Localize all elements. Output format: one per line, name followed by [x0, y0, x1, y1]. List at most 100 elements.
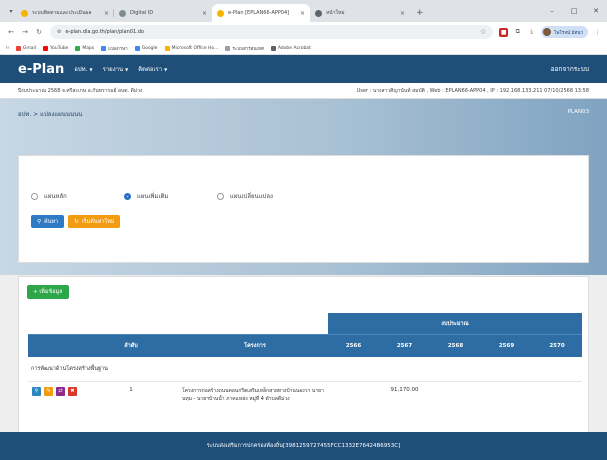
radio-label: แผนเพิ่มเติม [137, 193, 169, 200]
bookmark-gmail[interactable]: Gmail [15, 45, 36, 51]
maximize-icon[interactable]: □ [563, 7, 585, 15]
radio-additional-plan[interactable]: แผนเพิ่มเติม [124, 191, 217, 201]
browser-tab-2[interactable]: e-Plan [EPLAN66-APP04] × [212, 4, 310, 22]
row-2566 [328, 381, 379, 405]
refresh-icon: ↻ [74, 218, 79, 225]
fiscal-year-info: ปีงบประมาณ 2568 จ.ศรีสะเกษ อ.กันทรารมย์ … [18, 87, 143, 94]
radio-selected-icon [124, 192, 131, 200]
bookmark-maps[interactable]: Maps [75, 45, 94, 51]
tab-title: ระบบติดตามและประเมินผล [32, 10, 92, 16]
bookmark-youtube[interactable]: YouTube [43, 45, 68, 51]
menu-report[interactable]: รายงาน ▼ [103, 64, 129, 74]
browser-tab-0[interactable]: ระบบติดตามและประเมินผล × [16, 4, 114, 22]
download-icon[interactable]: ⤓ [527, 28, 536, 37]
profile-button[interactable]: ไพโรจน์ มัทนา [541, 26, 588, 38]
col-header-2568[interactable]: 2568 [430, 333, 481, 357]
menu-label: อปท. [74, 66, 88, 73]
bookmark-label: Google [141, 45, 158, 51]
caret-down-icon: ▼ [125, 66, 129, 72]
radio-main-plan[interactable]: แผนหลัก [31, 191, 124, 201]
bookmarks-bar: ⁞⁞ Gmail YouTube Maps แปลภาษา Google Mic… [0, 42, 607, 55]
project-table-card: + เพิ่มข้อมูล งบประมาณ ลำดับ โครงการ 256… [18, 276, 589, 446]
tab-close-icon[interactable]: × [400, 10, 405, 17]
back-icon[interactable]: ← [5, 28, 17, 36]
reset-label: เริ่มค้นหาใหม่ [81, 218, 115, 225]
search-icon: ⚲ [37, 218, 42, 225]
radio-circle-icon [217, 192, 224, 200]
tab-favicon-icon [119, 9, 126, 17]
apps-icon[interactable]: ⁞⁞ [6, 46, 9, 51]
tab-favicon-icon [217, 9, 224, 17]
bookmark-acrobat[interactable]: Adobe Acrobat [270, 45, 311, 51]
minimize-icon[interactable]: – [541, 7, 563, 15]
row-project-name: โครงการก่อสร้างถนนคอนกรีตเสริมเหล็กสายทา… [182, 387, 324, 402]
row-2567: 91,170.00 [390, 386, 419, 393]
browser-menu-icon[interactable]: ⋮ [593, 28, 602, 37]
row-no: 1 [129, 386, 133, 393]
forward-icon[interactable]: → [19, 28, 31, 36]
bookmark-translate[interactable]: แปลภาษา [101, 45, 128, 52]
plan-filter-card: แผนหลัก แผนเพิ่มเติม แผนเปลี่ยนแปลง ⚲ ค้น… [18, 155, 589, 263]
site-info-icon[interactable]: ⚙ [57, 29, 61, 35]
view-icon[interactable]: ⚲ [32, 386, 41, 396]
bookmark-star-icon[interactable]: ☆ [480, 28, 486, 36]
new-tab-icon[interactable]: + [416, 8, 424, 18]
row-2568 [430, 381, 481, 405]
edit-icon[interactable]: ✎ [44, 386, 53, 396]
tab-close-icon[interactable]: × [300, 10, 305, 17]
actions-header [28, 333, 80, 357]
bookmark-google[interactable]: Google [134, 45, 158, 51]
browser-tab-1[interactable]: Digital ID × [114, 4, 212, 22]
tab-close-icon[interactable]: × [104, 10, 109, 17]
reset-button[interactable]: ↻ เริ่มค้นหาใหม่ [68, 215, 121, 228]
col-header-2567[interactable]: 2567 [379, 333, 430, 357]
radio-circle-icon [31, 192, 38, 200]
budget-group-header: งบประมาณ [328, 313, 582, 334]
bookmark-office[interactable]: Microsoft Office Ho... [164, 45, 218, 51]
app-navbar: e-Plan อปท. ▼ รายงาน ▼ ติดต่อเรา ▼ ออกจากระ… [0, 55, 607, 83]
address-bar[interactable]: ⚙ e-plan.dla.go.th/plan/plan01.do ☆ [50, 25, 494, 39]
page-code: PLAN03 [567, 109, 589, 115]
col-header-2569[interactable]: 2569 [481, 333, 532, 357]
menu-label: รายงาน [102, 66, 124, 73]
browser-toolbar: ← → ↻ ⚙ e-plan.dla.go.th/plan/plan01.do … [0, 22, 607, 42]
browser-tab-3[interactable]: หน้าใหม่ × [310, 4, 410, 22]
extensions-puzzle-icon[interactable]: ⧉ [513, 28, 522, 37]
project-table: งบประมาณ ลำดับ โครงการ 2566 2567 2568 25… [28, 313, 582, 405]
tab-search-icon[interactable]: ▾ [6, 4, 16, 18]
tab-title: e-Plan [EPLAN66-APP04] [228, 10, 290, 16]
menu-org[interactable]: อปท. ▼ [74, 64, 92, 74]
logout-link[interactable]: ออกจากระบบ [551, 64, 589, 74]
translate-icon [101, 45, 107, 51]
add-data-button[interactable]: + เพิ่มข้อมูล [27, 285, 69, 299]
tab-title: Digital ID [130, 10, 154, 16]
delete-icon[interactable]: ✖ [68, 386, 77, 396]
col-header-no[interactable]: ลำดับ [80, 333, 182, 357]
brand-logo[interactable]: e-Plan [18, 62, 64, 77]
extension-icon[interactable]: ■ [499, 27, 509, 37]
close-window-icon[interactable]: ✕ [585, 7, 607, 15]
table-row: ⚲ ✎ ⇄ ✖ 1 โครงการก่อสร้างถนนคอนกรีตเสริม… [28, 381, 582, 405]
search-button[interactable]: ⚲ ค้นหา [31, 215, 65, 228]
transfer-icon[interactable]: ⇄ [56, 386, 65, 396]
tab-close-icon[interactable]: × [202, 10, 207, 17]
url-text: e-plan.dla.go.th/plan/plan01.do [65, 29, 144, 35]
page-content: e-Plan อปท. ▼ รายงาน ▼ ติดต่อเรา ▼ ออกจากระ… [0, 55, 607, 460]
radio-label: แผนเปลี่ยนแปลง [230, 193, 273, 200]
youtube-icon [43, 45, 49, 51]
col-header-2570[interactable]: 2570 [532, 333, 582, 357]
menu-contact[interactable]: ติดต่อเรา ▼ [138, 64, 167, 74]
reload-icon[interactable]: ↻ [33, 28, 45, 36]
radio-change-plan[interactable]: แผนเปลี่ยนแปลง [217, 191, 310, 201]
profile-name: ไพโรจน์ มัทนา [554, 30, 583, 36]
google-icon [134, 45, 140, 51]
tab-title: หน้าใหม่ [326, 10, 345, 16]
col-header-2566[interactable]: 2566 [328, 333, 379, 357]
tab-favicon-icon [21, 9, 28, 17]
col-header-project[interactable]: โครงการ [182, 333, 328, 357]
avatar [543, 28, 552, 36]
bookmark-info-system[interactable]: ระบบสารสนเทศ [225, 45, 264, 52]
row-2570 [532, 381, 582, 405]
caret-down-icon: ▼ [89, 66, 93, 72]
breadcrumb: อปท. > แปลงแผนนนนน PLAN03 [18, 109, 589, 119]
